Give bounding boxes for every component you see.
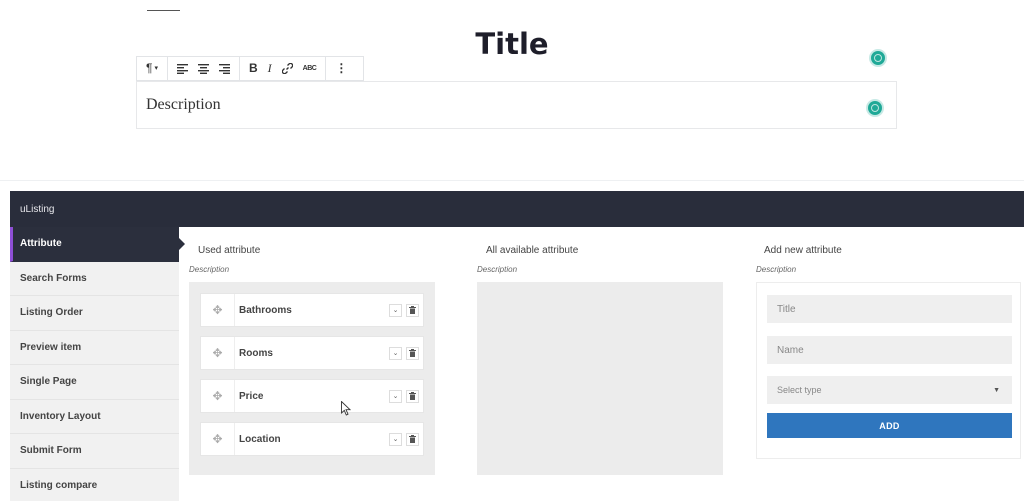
align-right-icon[interactable] [214, 57, 235, 80]
section-divider [0, 180, 1024, 181]
attribute-row[interactable]: ✥ Location ⌄ [200, 422, 424, 456]
top-divider [147, 10, 180, 11]
panel-header: uListing [10, 191, 1024, 227]
add-attribute-description: Description [756, 265, 797, 274]
used-attribute-description: Description [189, 265, 230, 274]
attribute-name: Rooms [239, 347, 273, 359]
align-left-icon[interactable] [172, 57, 193, 80]
sidebar-item-search-forms[interactable]: Search Forms [10, 262, 179, 296]
available-attribute-title: All available attribute [486, 245, 579, 256]
more-options-icon[interactable]: ⋮ [330, 57, 352, 80]
attribute-name: Bathrooms [239, 304, 292, 316]
sidebar-item-preview-item[interactable]: Preview item [10, 331, 179, 365]
trash-icon[interactable] [406, 432, 419, 446]
attribute-type-select[interactable]: Select type ▼ [767, 376, 1012, 404]
attribute-title-input[interactable]: Title [767, 295, 1012, 323]
sidebar-item-listing-compare[interactable]: Listing compare [10, 469, 179, 501]
chevron-down-icon: ▼ [993, 386, 1000, 394]
sidebar-item-listing-order[interactable]: Listing Order [10, 296, 179, 331]
trash-icon[interactable] [406, 389, 419, 403]
toolbar-group-more: ⋮ [326, 57, 356, 80]
used-attribute-list: ✥ Bathrooms ⌄ ✥ Rooms ⌄ ✥ Price ⌄ ✥ Loca… [189, 282, 435, 475]
drag-handle-icon[interactable]: ✥ [201, 337, 235, 369]
add-attribute-form: Title Name Select type ▼ ADD [756, 282, 1021, 459]
drag-handle-icon[interactable]: ✥ [201, 380, 235, 412]
attribute-row[interactable]: ✥ Rooms ⌄ [200, 336, 424, 370]
used-attribute-title: Used attribute [198, 245, 261, 256]
bold-button[interactable]: B [244, 57, 263, 80]
available-attribute-description: Description [477, 265, 518, 274]
add-attribute-button[interactable]: ADD [767, 413, 1012, 438]
mouse-cursor-icon [341, 401, 351, 416]
drag-handle-icon[interactable]: ✥ [201, 423, 235, 455]
chevron-down-icon[interactable]: ⌄ [389, 432, 402, 446]
sidebar-item-inventory-layout[interactable]: Inventory Layout [10, 400, 179, 434]
panel-title: uListing [20, 204, 55, 215]
select-type-label: Select type [777, 385, 822, 395]
attribute-name: Price [239, 390, 264, 402]
description-text: Description [146, 96, 221, 113]
status-dot-icon[interactable] [871, 51, 885, 65]
block-toolbar: ¶ ▾ B I ABC ⋮ [136, 56, 364, 81]
italic-button[interactable]: I [263, 57, 277, 80]
attribute-row[interactable]: ✥ Bathrooms ⌄ [200, 293, 424, 327]
chevron-down-icon[interactable]: ⌄ [389, 303, 402, 317]
sidebar-item-single-page[interactable]: Single Page [10, 365, 179, 400]
chevron-down-icon[interactable]: ⌄ [389, 346, 402, 360]
attribute-name-input[interactable]: Name [767, 336, 1012, 364]
sidebar-item-attribute[interactable]: Attribute [10, 227, 185, 262]
page: Title ¶ ▾ B I ABC ⋮ Description uListing… [0, 0, 1024, 501]
link-icon[interactable] [277, 57, 298, 80]
chevron-down-icon[interactable]: ⌄ [389, 389, 402, 403]
trash-icon[interactable] [406, 303, 419, 317]
available-attribute-list[interactable] [477, 282, 723, 475]
trash-icon[interactable] [406, 346, 419, 360]
settings-sidebar: Attribute Search Forms Listing Order Pre… [10, 227, 185, 501]
drag-handle-icon[interactable]: ✥ [201, 294, 235, 326]
attribute-name: Location [239, 433, 281, 445]
sidebar-item-submit-form[interactable]: Submit Form [10, 434, 179, 469]
paragraph-glyph: ¶ [146, 61, 153, 75]
status-dot-icon[interactable] [868, 101, 882, 115]
toolbar-group-block: ¶ ▾ [137, 57, 168, 80]
strikethrough-button[interactable]: ABC [298, 57, 322, 80]
toolbar-group-format: B I ABC [240, 57, 327, 80]
attribute-row[interactable]: ✥ Price ⌄ [200, 379, 424, 413]
toolbar-group-align [168, 57, 240, 80]
align-center-icon[interactable] [193, 57, 214, 80]
paragraph-icon[interactable]: ¶ ▾ [141, 57, 163, 80]
description-block[interactable]: Description [136, 81, 897, 129]
chevron-down-icon: ▾ [154, 65, 158, 72]
add-attribute-title: Add new attribute [764, 245, 842, 256]
